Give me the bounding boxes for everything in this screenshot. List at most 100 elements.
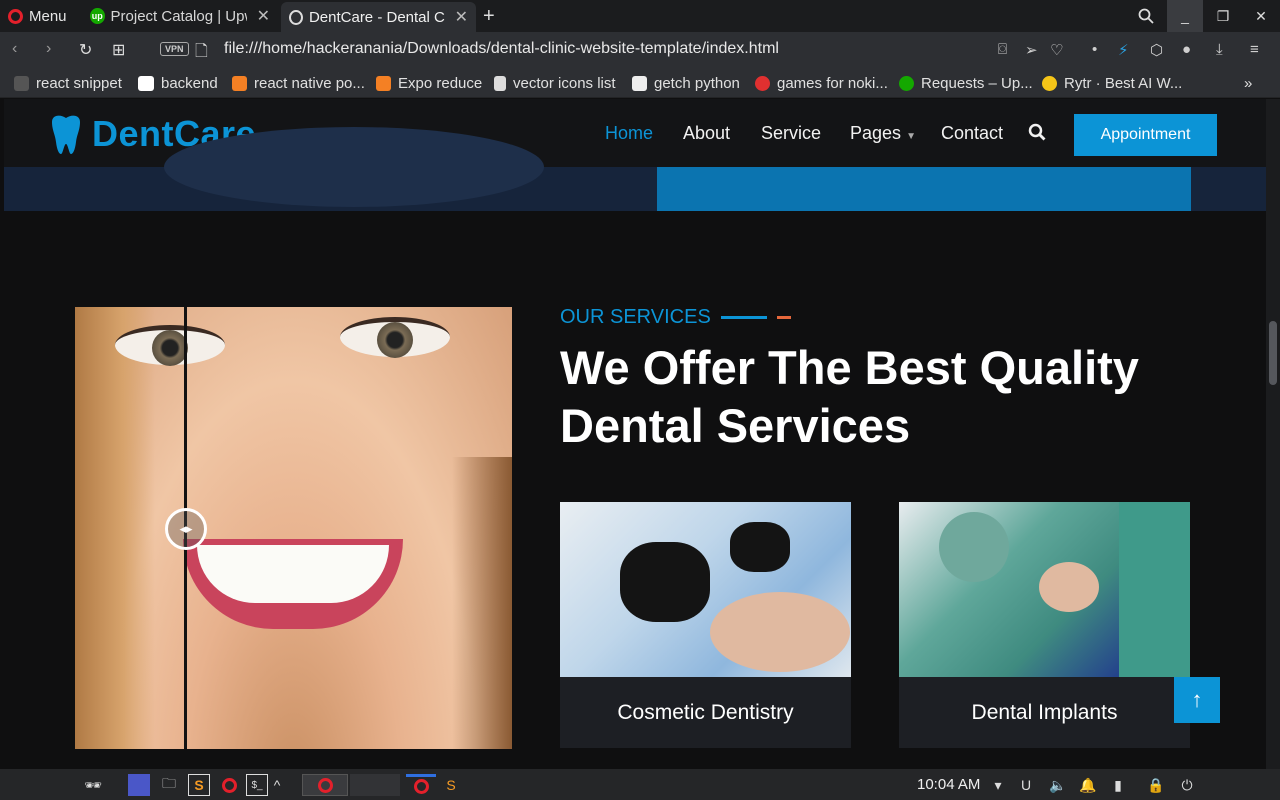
bookmark-games[interactable]: games for noki... xyxy=(755,73,888,93)
service-title: Dental Implants xyxy=(971,700,1118,724)
address-bar: ‹ › ↻ ⊞ VPN 🗋 file:///home/hackeranania/… xyxy=(0,32,1280,68)
comparison-handle-icon[interactable]: ◂▸ xyxy=(165,508,207,550)
u-icon[interactable]: U xyxy=(1018,774,1034,796)
service-card[interactable]: Dental Implants xyxy=(899,502,1190,748)
rytr-icon xyxy=(1042,75,1057,91)
appointment-button[interactable]: Appointment xyxy=(1074,114,1217,156)
nav-home[interactable]: Home xyxy=(605,123,653,144)
bookmark-react-native[interactable]: react native po... xyxy=(232,73,365,93)
incognito-icon[interactable]: 🕶 xyxy=(82,774,104,796)
tab-dentcare[interactable]: DentCare - Dental Cli ✕ xyxy=(281,2,476,32)
wallet-icon[interactable]: • xyxy=(1092,41,1097,58)
bookmark-expo-reduce[interactable]: Expo reduce xyxy=(376,73,482,93)
bookmark-rytr[interactable]: Rytr · Best AI W... xyxy=(1042,73,1182,93)
stackoverflow-icon xyxy=(232,75,247,91)
service-card[interactable]: Cosmetic Dentistry xyxy=(560,502,851,748)
forward-icon[interactable]: › xyxy=(46,40,51,58)
sublime-icon[interactable]: S xyxy=(188,774,210,796)
search-tabs-icon[interactable] xyxy=(1128,0,1164,32)
taskbar-sublime-window[interactable]: S xyxy=(441,774,461,796)
menu-label: Menu xyxy=(29,7,67,25)
document-icon xyxy=(494,75,506,91)
bookmark-requests[interactable]: Requests – Up... xyxy=(899,73,1033,93)
easy-setup-icon[interactable]: ≡ xyxy=(1250,41,1259,58)
more-bookmarks-icon[interactable]: » xyxy=(1244,73,1252,93)
taskbar-empty-slot[interactable] xyxy=(350,774,400,796)
bookmark-react-snippet[interactable]: react snippet xyxy=(14,73,122,93)
chevron-up-icon[interactable]: ^ xyxy=(270,774,284,796)
search-icon[interactable] xyxy=(1028,123,1046,146)
minimize-button[interactable]: _ xyxy=(1167,0,1203,32)
bookmark-label: backend xyxy=(161,74,218,92)
heading-line-2: Dental Services xyxy=(560,399,911,452)
tab-title: Project Catalog | Upw xyxy=(110,7,247,25)
bell-icon[interactable]: 🔔 xyxy=(1079,774,1096,796)
profile-icon[interactable]: ● xyxy=(1182,41,1191,58)
service-photo xyxy=(560,502,851,677)
vpn-badge[interactable]: VPN xyxy=(160,42,189,56)
clock[interactable]: 10:04 AM xyxy=(917,776,980,793)
bit-icon xyxy=(138,75,154,91)
service-photo xyxy=(899,502,1190,677)
before-after-image[interactable]: ◂▸ xyxy=(75,307,512,749)
taskbar: 🕶 🗀 S $_ ^ S 10:04 AM ▾ U 🔈 🔔 ▮ 🔒 ⏻ xyxy=(0,769,1280,800)
section-heading: We Offer The Best Quality Dental Service… xyxy=(560,339,1200,455)
folder-icon[interactable]: 🗀 xyxy=(158,774,180,796)
hero-banner-bottom xyxy=(4,127,1266,211)
tab-title: DentCare - Dental Cli xyxy=(308,8,445,26)
nav-pages-label: Pages xyxy=(850,123,902,143)
stackoverflow-icon xyxy=(376,75,391,91)
back-icon[interactable]: ‹ xyxy=(12,40,17,58)
opera-menu-button[interactable]: Menu xyxy=(8,6,67,26)
bookmark-label: getch python xyxy=(654,74,740,92)
close-icon[interactable]: ✕ xyxy=(257,6,270,26)
wifi-icon[interactable]: ▾ xyxy=(990,774,1006,796)
scroll-thumb[interactable] xyxy=(1269,321,1277,385)
taskbar-opera-window[interactable] xyxy=(302,774,348,796)
battery-icon[interactable]: ▮ xyxy=(1110,774,1126,796)
heart-icon[interactable]: ♡ xyxy=(1050,41,1063,59)
restore-button[interactable]: ❐ xyxy=(1205,0,1241,32)
heading-line-1: We Offer The Best Quality xyxy=(560,341,1139,394)
nav-contact[interactable]: Contact xyxy=(941,123,1003,144)
reload-icon[interactable]: ↻ xyxy=(79,40,92,60)
section-eyebrow: OUR SERVICES xyxy=(560,306,791,329)
nav-pages[interactable]: Pages ▼ xyxy=(850,123,916,144)
close-window-button[interactable]: ✕ xyxy=(1243,0,1279,32)
globe-icon xyxy=(289,9,303,25)
bookmark-label: games for noki... xyxy=(777,74,888,92)
taskbar-opera-window-2[interactable] xyxy=(406,774,436,796)
page-scrollbar[interactable] xyxy=(1266,99,1280,769)
nav-service[interactable]: Service xyxy=(761,123,821,144)
bookmark-label: Requests – Up... xyxy=(921,74,1033,92)
bookmark-getch-python[interactable]: getch python xyxy=(632,73,740,93)
bookmark-label: Expo reduce xyxy=(398,74,483,92)
power-icon[interactable]: ⏻ xyxy=(1178,774,1196,796)
tab-bar: Menu up Project Catalog | Upw ✕ DentCare… xyxy=(0,0,1280,32)
terminal-icon[interactable]: $_ xyxy=(246,774,268,796)
lock-icon[interactable]: 🔒 xyxy=(1147,774,1164,796)
desktop-icon[interactable] xyxy=(128,774,150,796)
download-icon[interactable]: ⤓ xyxy=(1216,41,1223,58)
cube-icon[interactable]: ⬡ xyxy=(1150,41,1163,59)
new-tab-button[interactable]: + xyxy=(483,5,495,28)
nav-about[interactable]: About xyxy=(683,123,730,144)
upwork-icon: up xyxy=(90,8,105,24)
bookmark-label: Rytr · Best AI W... xyxy=(1064,74,1183,92)
page-icon xyxy=(14,75,29,91)
send-icon[interactable]: ➢ xyxy=(1025,41,1038,59)
back-to-top-button[interactable]: ↑ xyxy=(1174,677,1220,723)
bookmark-label: react native po... xyxy=(254,74,365,92)
volume-icon[interactable]: 🔈 xyxy=(1048,774,1068,796)
url-field[interactable]: file:///home/hackeranania/Downloads/dent… xyxy=(224,40,779,58)
close-icon[interactable]: ✕ xyxy=(455,7,468,27)
opera-icon[interactable] xyxy=(218,774,240,796)
bookmark-backend[interactable]: backend xyxy=(138,73,218,93)
eyebrow-label: OUR SERVICES xyxy=(560,306,711,328)
bookmark-vector-icons[interactable]: vector icons list xyxy=(494,73,616,93)
snapshot-icon[interactable]: ⌼ xyxy=(998,41,1007,58)
speed-dial-icon[interactable]: ⊞ xyxy=(112,40,125,60)
extension-icon[interactable]: ⚡ xyxy=(1118,41,1129,59)
web-page: DentCare Home About Service Pages ▼ Cont… xyxy=(4,99,1266,769)
tab-project-catalog[interactable]: up Project Catalog | Upw ✕ xyxy=(82,2,278,30)
